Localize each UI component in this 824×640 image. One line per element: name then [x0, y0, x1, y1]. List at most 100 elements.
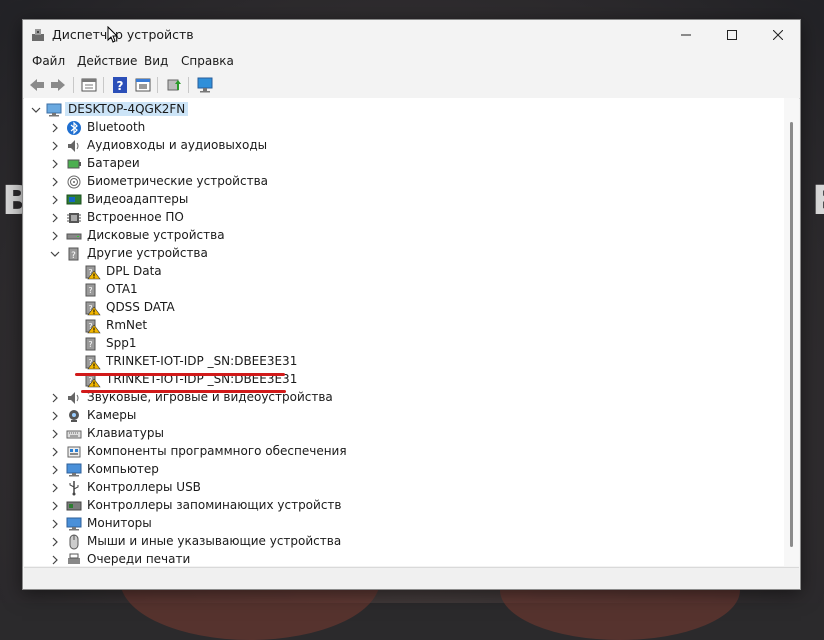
- device-warning-icon: ?: [85, 319, 101, 334]
- close-icon: [773, 30, 783, 40]
- chevron-right-icon[interactable]: [50, 429, 60, 439]
- chevron-right-icon[interactable]: [50, 465, 60, 475]
- firmware-icon: [67, 213, 81, 223]
- device-warning-icon: ?: [85, 265, 101, 280]
- disk-drive-icon: [66, 233, 82, 240]
- tree-category-item[interactable]: Компьютер: [87, 462, 159, 476]
- toolbar-separator: [103, 77, 104, 93]
- device-warning-icon: ?: [85, 355, 101, 370]
- fingerprint-icon: [67, 175, 81, 189]
- tree-category-item[interactable]: Контроллеры USB: [87, 480, 201, 494]
- show-hidden-icon[interactable]: [134, 76, 152, 94]
- software-component-icon: [67, 446, 81, 458]
- device-warning-icon: ?: [85, 283, 96, 297]
- menu-help[interactable]: Справка: [181, 54, 234, 68]
- chevron-right-icon[interactable]: [50, 177, 60, 187]
- chevron-right-icon[interactable]: [50, 555, 60, 565]
- chevron-right-icon[interactable]: [50, 231, 60, 241]
- tree-category-item[interactable]: Батареи: [87, 156, 140, 170]
- storage-controller-icon: [66, 501, 82, 511]
- scrollbar-thumb[interactable]: [790, 122, 793, 547]
- highlight-underline: [75, 373, 285, 376]
- tree-category-item[interactable]: Мониторы: [87, 516, 152, 530]
- tree-device-item[interactable]: TRINKET-IOT-IDP _SN:DBEE3E31: [106, 354, 297, 368]
- tree-category-item[interactable]: Видеоадаптеры: [87, 192, 188, 206]
- update-driver-icon[interactable]: [165, 76, 183, 94]
- toolbar-separator: [188, 77, 189, 93]
- tree-category-item[interactable]: Очереди печати: [87, 552, 190, 566]
- chevron-right-icon[interactable]: [50, 537, 60, 547]
- tree-category-item[interactable]: Клавиатуры: [87, 426, 164, 440]
- back-arrow-icon[interactable]: [28, 76, 46, 94]
- svg-text:?: ?: [88, 340, 92, 349]
- close-button[interactable]: [755, 20, 801, 50]
- bluetooth-icon: [67, 121, 81, 135]
- unknown-device-icon: ?: [68, 247, 79, 261]
- minimize-button[interactable]: [663, 20, 709, 50]
- tree-category-item[interactable]: Дисковые устройства: [87, 228, 225, 242]
- sound-icon: [68, 392, 79, 404]
- chevron-down-icon[interactable]: [50, 249, 60, 259]
- maximize-button[interactable]: [709, 20, 755, 50]
- tree-root-computer[interactable]: DESKTOP-4QGK2FN: [65, 102, 189, 116]
- computer-icon: [66, 463, 82, 477]
- background-text-right: E: [812, 178, 824, 218]
- help-icon[interactable]: ?: [111, 76, 129, 94]
- tree-category-item[interactable]: Bluetooth: [87, 120, 145, 134]
- computer-root-icon: [46, 103, 62, 117]
- menu-view[interactable]: Вид: [144, 54, 168, 68]
- printer-icon: [68, 553, 80, 564]
- tree-category-item[interactable]: Контроллеры запоминающих устройств: [87, 498, 341, 512]
- chevron-right-icon[interactable]: [50, 123, 60, 133]
- chevron-right-icon[interactable]: [50, 159, 60, 169]
- chevron-right-icon[interactable]: [50, 195, 60, 205]
- toolbar-separator: [157, 77, 158, 93]
- device-warning-icon: ?: [85, 301, 101, 316]
- tree-category-item[interactable]: Аудиовходы и аудиовыходы: [87, 138, 267, 152]
- tree-device-item[interactable]: OTA1: [106, 282, 138, 296]
- tree-device-item[interactable]: Spp1: [106, 336, 137, 350]
- title-bar[interactable]: Диспетчер устройств: [23, 20, 800, 50]
- tree-device-item[interactable]: QDSS DATA: [106, 300, 175, 314]
- vertical-scrollbar[interactable]: [784, 98, 799, 566]
- display-adapter-icon: [66, 194, 82, 205]
- usb-icon: [69, 481, 79, 496]
- tree-category-item[interactable]: Биометрические устройства: [87, 174, 268, 188]
- device-manager-icon: [32, 29, 44, 41]
- window-title: Диспетчер устройств: [52, 27, 194, 42]
- highlight-underline: [81, 390, 286, 393]
- forward-arrow-icon[interactable]: [49, 76, 67, 94]
- chevron-right-icon[interactable]: [50, 393, 60, 403]
- svg-text:?: ?: [88, 286, 92, 295]
- device-manager-window: Диспетчер устройств Файл Действие Вид Сп…: [22, 19, 801, 590]
- properties-icon[interactable]: [80, 76, 98, 94]
- tree-category-item[interactable]: Встроенное ПО: [87, 210, 184, 224]
- menu-bar: Файл Действие Вид Справка: [23, 50, 800, 72]
- menu-action[interactable]: Действие: [77, 54, 137, 68]
- chevron-right-icon[interactable]: [50, 483, 60, 493]
- battery-icon: [67, 159, 81, 169]
- mouse-icon: [69, 534, 79, 550]
- scan-hardware-icon[interactable]: [196, 76, 214, 94]
- menu-file[interactable]: Файл: [32, 54, 65, 68]
- chevron-right-icon[interactable]: [50, 501, 60, 511]
- chevron-down-icon[interactable]: [31, 105, 41, 115]
- toolbar: ?: [23, 72, 800, 99]
- minimize-icon: [681, 34, 691, 36]
- tree-category-item[interactable]: Камеры: [87, 408, 136, 422]
- chevron-right-icon[interactable]: [50, 519, 60, 529]
- chevron-right-icon[interactable]: [50, 141, 60, 151]
- device-warning-icon: ?: [85, 337, 96, 351]
- tree-device-item[interactable]: DPL Data: [106, 264, 162, 278]
- status-bar: [24, 567, 799, 589]
- chevron-right-icon[interactable]: [50, 411, 60, 421]
- tree-category-item[interactable]: Другие устройства: [87, 246, 208, 260]
- toolbar-separator: [73, 77, 74, 93]
- chevron-right-icon[interactable]: [50, 447, 60, 457]
- camera-icon: [69, 410, 79, 422]
- device-tree: DESKTOP-4QGK2FN Bluetooth Аудиовходы и ауд…: [24, 98, 799, 566]
- tree-category-item[interactable]: Мыши и иные указывающие устройства: [87, 534, 341, 548]
- tree-device-item[interactable]: RmNet: [106, 318, 147, 332]
- chevron-right-icon[interactable]: [50, 213, 60, 223]
- tree-category-item[interactable]: Компоненты программного обеспечения: [87, 444, 347, 458]
